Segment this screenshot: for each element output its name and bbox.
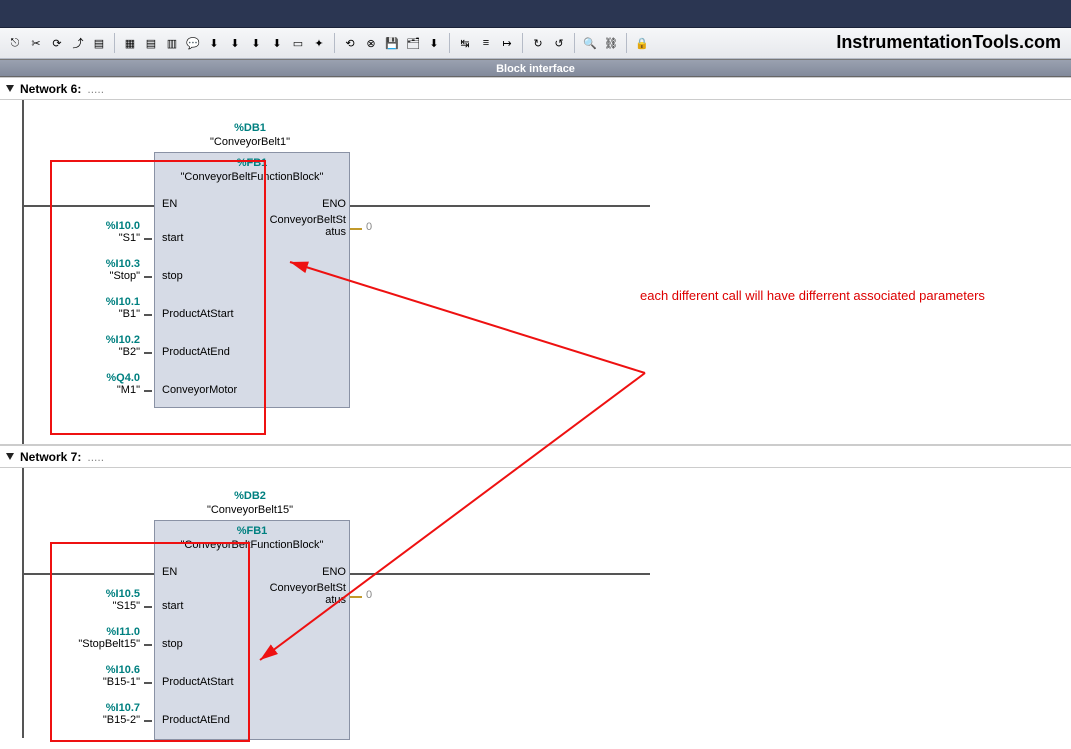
fb-addr: %FB1 xyxy=(155,157,349,169)
network7-canvas: %DB2 "ConveyorBelt15" %FB1 "ConveyorBelt… xyxy=(0,468,1071,738)
in3-tag: %I10.7 "B15-2" xyxy=(40,702,140,726)
in2-tag: %I10.6 "B15-1" xyxy=(40,664,140,688)
tool-icon-19[interactable]: 🗂 xyxy=(404,34,422,52)
tool-icon-25[interactable]: ↺ xyxy=(550,34,568,52)
tool-icon-17[interactable]: ⊗ xyxy=(362,34,380,52)
wire-out xyxy=(350,205,650,207)
tool-icon-15[interactable]: ✦ xyxy=(310,34,328,52)
in0-port: start xyxy=(162,600,183,612)
annotation-text: each different call will have differrent… xyxy=(640,288,985,303)
network6-header[interactable]: Network 6: ..... xyxy=(0,77,1071,100)
fb-box[interactable]: %FB1 "ConveyorBeltFunctionBlock" xyxy=(154,520,350,740)
tool-icon-18[interactable]: 💾 xyxy=(383,34,401,52)
out-value: 0 xyxy=(366,221,372,233)
in1-port: stop xyxy=(162,270,183,282)
network6-ellipsis: ..... xyxy=(87,82,104,96)
in0-port: start xyxy=(162,232,183,244)
tool-icon-21[interactable]: ↹ xyxy=(456,34,474,52)
db-name: "ConveyorBelt1" xyxy=(150,136,350,148)
tool-icon-23[interactable]: ↦ xyxy=(498,34,516,52)
tool-icon-1[interactable]: ⎋ xyxy=(6,34,24,52)
in3-tag: %I10.2 "B2" xyxy=(40,334,140,358)
tool-icon-3[interactable]: ⟳ xyxy=(48,34,66,52)
tool-icon-27[interactable]: ⛓ xyxy=(602,34,620,52)
in3-port: ProductAtEnd xyxy=(162,714,230,726)
power-rail xyxy=(22,468,24,738)
network7-ellipsis: ..... xyxy=(87,450,104,464)
in0-tag: %I10.5 "S15" xyxy=(40,588,140,612)
network6-canvas: %DB1 "ConveyorBelt1" %FB1 "ConveyorBeltF… xyxy=(0,100,1071,445)
tool-icon-11[interactable]: ⬇ xyxy=(226,34,244,52)
in4-port: ConveyorMotor xyxy=(162,384,237,396)
tool-icon-9[interactable]: 💬 xyxy=(184,34,202,52)
tool-icon-20[interactable]: ⬇ xyxy=(425,34,443,52)
tool-icon-2[interactable]: ✂ xyxy=(27,34,45,52)
in2-port: ProductAtStart xyxy=(162,308,234,320)
out-wire xyxy=(350,596,362,598)
fb-addr: %FB1 xyxy=(155,525,349,537)
network6-title: Network 6: xyxy=(20,82,81,96)
fb-name: "ConveyorBeltFunctionBlock" xyxy=(155,171,349,183)
fb-box[interactable]: %FB1 "ConveyorBeltFunctionBlock" xyxy=(154,152,350,408)
port-eno: ENO xyxy=(298,566,346,578)
tool-icon-4[interactable]: ⤴ xyxy=(69,34,87,52)
tool-icon-6[interactable]: ▦ xyxy=(121,34,139,52)
collapse-icon[interactable] xyxy=(6,85,14,92)
tool-icon-26[interactable]: 🔍 xyxy=(581,34,599,52)
tool-icon-5[interactable]: ▤ xyxy=(90,34,108,52)
tool-icon-28[interactable]: 🔒 xyxy=(633,34,651,52)
in3-port: ProductAtEnd xyxy=(162,346,230,358)
power-rail xyxy=(22,100,24,444)
tool-icon-13[interactable]: ⬇ xyxy=(268,34,286,52)
toolbar: ⎋ ✂ ⟳ ⤴ ▤ ▦ ▤ ▥ 💬 ⬇ ⬇ ⬇ ⬇ ▭ ✦ ⟲ ⊗ 💾 🗂 ⬇ … xyxy=(0,28,1071,59)
port-status: ConveyorBeltStatus xyxy=(256,214,346,238)
out-value: 0 xyxy=(366,589,372,601)
tool-icon-22[interactable]: ≡ xyxy=(477,34,495,52)
network7-title: Network 7: xyxy=(20,450,81,464)
in1-port: stop xyxy=(162,638,183,650)
db-addr: %DB2 xyxy=(150,490,350,502)
port-eno: ENO xyxy=(298,198,346,210)
fb-name: "ConveyorBeltFunctionBlock" xyxy=(155,539,349,551)
port-status: ConveyorBeltStatus xyxy=(256,582,346,606)
wire-in xyxy=(24,573,154,575)
port-en: EN xyxy=(162,566,177,578)
collapse-icon[interactable] xyxy=(6,453,14,460)
tool-icon-16[interactable]: ⟲ xyxy=(341,34,359,52)
tool-icon-24[interactable]: ↻ xyxy=(529,34,547,52)
tool-icon-10[interactable]: ⬇ xyxy=(205,34,223,52)
tool-icon-7[interactable]: ▤ xyxy=(142,34,160,52)
port-en: EN xyxy=(162,198,177,210)
in1-tag: %I11.0 "StopBelt15" xyxy=(40,626,140,650)
block-interface-bar: Block interface xyxy=(0,59,1071,77)
in2-tag: %I10.1 "B1" xyxy=(40,296,140,320)
in1-tag: %I10.3 "Stop" xyxy=(40,258,140,282)
brand-label: InstrumentationTools.com xyxy=(836,32,1061,53)
db-name: "ConveyorBelt15" xyxy=(150,504,350,516)
out-wire xyxy=(350,228,362,230)
wire-in xyxy=(24,205,154,207)
wire-out xyxy=(350,573,650,575)
tool-icon-14[interactable]: ▭ xyxy=(289,34,307,52)
title-bar xyxy=(0,0,1071,28)
tool-icon-12[interactable]: ⬇ xyxy=(247,34,265,52)
in2-port: ProductAtStart xyxy=(162,676,234,688)
in4-tag: %Q4.0 "M1" xyxy=(40,372,140,396)
db-addr: %DB1 xyxy=(150,122,350,134)
tool-icon-8[interactable]: ▥ xyxy=(163,34,181,52)
in0-tag: %I10.0 "S1" xyxy=(40,220,140,244)
network7-header[interactable]: Network 7: ..... xyxy=(0,445,1071,468)
